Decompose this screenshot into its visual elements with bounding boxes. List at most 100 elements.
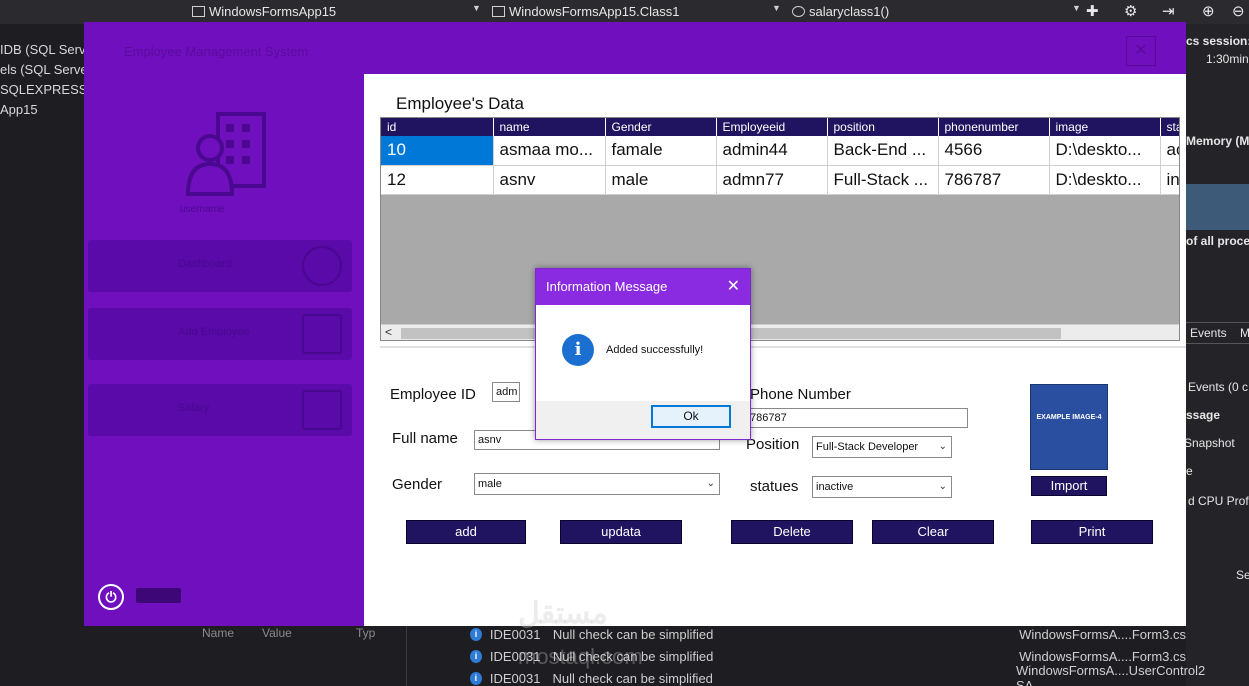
image-placeholder-text: EXAMPLE IMAGE-4	[1036, 414, 1102, 421]
diag-memory-label: Memory (M	[1186, 134, 1249, 148]
table-cell[interactable]: ina	[1160, 165, 1179, 195]
sidebar-item-dashboard[interactable]: Dashboard	[88, 240, 352, 292]
position-select[interactable]: Full-Stack Developer ⌄	[812, 436, 952, 458]
table-cell[interactable]: admn77	[716, 165, 828, 195]
diag-button[interactable]: Se	[1236, 568, 1249, 582]
column-header[interactable]: sta	[1160, 118, 1179, 136]
diagnostics-panel: cs session: 1:30min Memory (M of all pro…	[1186, 24, 1249, 686]
column-header[interactable]: Gender	[605, 118, 717, 136]
column-header[interactable]: position	[827, 118, 939, 136]
table-cell[interactable]: Back-End ...	[827, 136, 939, 166]
method-icon	[792, 6, 805, 17]
phone-input[interactable]: 786787	[746, 408, 968, 428]
employee-form: Employee ID adm Full name asnv Gender ma…	[380, 346, 1186, 626]
position-value: Full-Stack Developer	[816, 441, 919, 453]
class-dropdown[interactable]: WindowsFormsApp15.Class1	[492, 2, 680, 21]
server-item[interactable]: App15	[0, 100, 86, 120]
column-header[interactable]: id	[381, 118, 494, 136]
column-header[interactable]: image	[1049, 118, 1161, 136]
table-cell[interactable]: 786787	[938, 165, 1050, 195]
sidebar-item-label: Dashboard	[178, 258, 232, 270]
table-cell[interactable]: male	[605, 165, 717, 195]
tab-events[interactable]: Events	[1190, 326, 1227, 340]
status-select[interactable]: inactive ⌄	[812, 476, 952, 498]
horizontal-scrollbar[interactable]: <	[381, 324, 1179, 340]
sidebar: username Dashboard Add Employee Salary ⏻…	[84, 74, 364, 626]
table-cell[interactable]: 10	[381, 136, 494, 166]
dialog-footer: Ok	[536, 401, 750, 439]
server-item[interactable]: IDB (SQL Serve	[0, 40, 93, 60]
column-header[interactable]: phonenumber	[938, 118, 1050, 136]
form-icon	[192, 6, 205, 17]
usage-label: ssage	[1186, 408, 1221, 422]
sidebar-item-add-employee[interactable]: Add Employee	[88, 308, 352, 360]
dashboard-icon	[302, 246, 342, 286]
table-cell[interactable]: ac	[1160, 136, 1179, 166]
project-dropdown[interactable]: WindowsFormsApp15	[192, 2, 336, 21]
table-cell[interactable]: asmaa mo...	[493, 136, 606, 166]
logout-icon[interactable]: ⏻	[98, 584, 124, 610]
table-cell[interactable]: famale	[605, 136, 717, 166]
table-cell[interactable]: D:\deskto...	[1049, 136, 1161, 166]
zoom-out-icon[interactable]: ⊖	[1232, 2, 1245, 20]
export-icon[interactable]: ⇥	[1162, 2, 1175, 20]
server-item[interactable]: SQLEXPRESS (S	[0, 80, 104, 100]
chevron-left-icon[interactable]: <	[385, 325, 392, 339]
table-row[interactable]: 10 asmaa mo... famale admin44 Back-End .…	[381, 136, 1179, 166]
status-value: inactive	[816, 481, 854, 493]
error-row[interactable]: i IDE0031 Null check can be simplified W…	[470, 663, 1205, 686]
close-icon[interactable]: ✕	[727, 269, 740, 305]
employee-logo-icon	[185, 112, 266, 196]
table-cell[interactable]: 12	[381, 165, 494, 195]
chevron-down-icon[interactable]: ▼	[772, 3, 781, 13]
grid-header-row: id name Gender Employeeid position phone…	[381, 118, 1179, 136]
sidebar-item-label: Salary	[178, 402, 210, 414]
watermark-logo: مستقل	[518, 597, 608, 630]
take-snapshot-link[interactable]: Snapshot	[1186, 436, 1235, 450]
position-label: Position	[746, 436, 800, 453]
import-button[interactable]: Import	[1031, 476, 1107, 496]
info-icon: i	[470, 671, 482, 685]
table-cell[interactable]: asnv	[493, 165, 606, 195]
chevron-down-icon[interactable]: ⌄	[939, 477, 947, 497]
zoom-in-icon[interactable]: ⊕	[1202, 2, 1215, 20]
add-icon[interactable]: ✚	[1086, 2, 1099, 20]
gear-icon[interactable]: ⚙	[1124, 2, 1137, 20]
employee-grid[interactable]: id name Gender Employeeid position phone…	[380, 117, 1180, 341]
table-cell[interactable]: 4566	[938, 136, 1050, 166]
diag-duration: 1:30min	[1206, 52, 1249, 66]
project-dropdown-label: WindowsFormsApp15	[209, 4, 337, 19]
error-message: Null check can be simplified	[552, 626, 714, 642]
chevron-down-icon[interactable]: ▼	[1072, 3, 1081, 13]
cpu-profiling-link[interactable]: d CPU Prof	[1188, 494, 1249, 508]
delete-button[interactable]: Delete	[731, 520, 853, 544]
logout-label[interactable]: Sign out	[136, 588, 181, 603]
ok-button[interactable]: Ok	[651, 405, 731, 428]
table-cell[interactable]: Full-Stack ...	[827, 165, 939, 195]
add-button[interactable]: add	[406, 520, 526, 544]
server-item[interactable]: els (SQL Serve	[0, 60, 88, 80]
error-list: Name Value Typ i IDE0031 Null check can …	[186, 626, 1205, 686]
chevron-down-icon[interactable]: ⌄	[707, 474, 715, 494]
table-cell[interactable]: D:\deskto...	[1049, 165, 1161, 195]
locals-col-value: Value	[262, 626, 292, 640]
update-button[interactable]: updata	[560, 520, 682, 544]
table-row[interactable]: 12 asnv male admn77 Full-Stack ... 78678…	[381, 165, 1179, 195]
column-header[interactable]: name	[493, 118, 606, 136]
chevron-down-icon[interactable]: ▼	[472, 3, 481, 13]
print-button[interactable]: Print	[1031, 520, 1153, 544]
diag-text: e	[1186, 464, 1193, 478]
chevron-down-icon[interactable]: ⌄	[939, 437, 947, 457]
clear-button[interactable]: Clear	[872, 520, 994, 544]
sidebar-item-salary[interactable]: Salary	[88, 384, 352, 436]
close-icon[interactable]: ✕	[1126, 36, 1156, 66]
gender-select[interactable]: male ⌄	[474, 473, 720, 495]
error-message: Null check can be simplified	[552, 670, 713, 686]
information-dialog: Information Message ✕ i Added successful…	[535, 268, 751, 440]
member-dropdown[interactable]: salaryclass1()	[792, 2, 889, 21]
employee-id-input[interactable]: adm	[492, 382, 520, 402]
tab-memory[interactable]: M	[1240, 326, 1249, 340]
info-icon: i	[470, 627, 482, 641]
column-header[interactable]: Employeeid	[716, 118, 828, 136]
table-cell[interactable]: admin44	[716, 136, 828, 166]
